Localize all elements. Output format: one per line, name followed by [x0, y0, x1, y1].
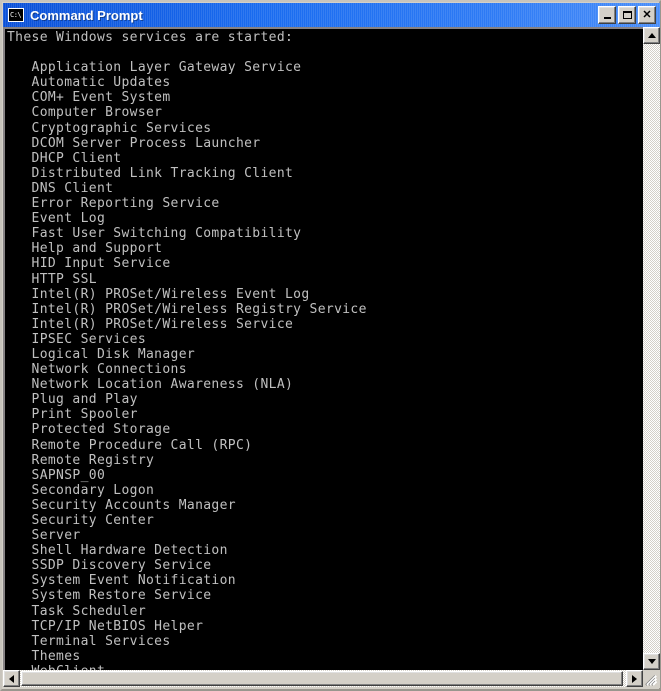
scroll-right-button[interactable] — [626, 670, 643, 687]
minimize-icon — [599, 7, 615, 23]
service-list-item: DNS Client — [7, 180, 114, 196]
service-list-item: Event Log — [7, 211, 106, 227]
service-list-item: HID Input Service — [7, 256, 171, 272]
service-list-item: Intel(R) PROSet/Wireless Event Log — [7, 286, 310, 302]
service-list-item: Terminal Services — [7, 633, 171, 649]
service-list-item: Remote Registry — [7, 452, 155, 468]
scroll-down-button[interactable] — [643, 653, 660, 670]
service-list-item: System Restore Service — [7, 588, 212, 604]
service-list-item: Network Connections — [7, 362, 187, 378]
service-list-item: IPSEC Services — [7, 331, 147, 347]
service-list-item: Error Reporting Service — [7, 196, 220, 212]
horizontal-scroll-thumb[interactable] — [21, 671, 623, 686]
horizontal-scrollbar[interactable] — [3, 670, 643, 687]
service-list-item: Remote Procedure Call (RPC) — [7, 437, 253, 453]
vertical-scrollbar[interactable] — [643, 27, 660, 670]
service-list-item: TCP/IP NetBIOS Helper — [7, 618, 204, 634]
service-list-item: Network Location Awareness (NLA) — [7, 377, 294, 393]
service-list-item: Task Scheduler — [7, 603, 147, 619]
window-controls: ✕ — [598, 6, 656, 24]
service-list-item: DCOM Server Process Launcher — [7, 135, 261, 151]
service-list-item: Security Accounts Manager — [7, 497, 236, 513]
service-list-item: Themes — [7, 648, 81, 664]
service-list-item: Application Layer Gateway Service — [7, 60, 302, 76]
scroll-left-button[interactable] — [3, 670, 20, 687]
service-list-item: Print Spooler — [7, 407, 138, 423]
console-icon[interactable] — [8, 8, 24, 22]
service-list-item: Protected Storage — [7, 422, 171, 438]
scroll-up-button[interactable] — [643, 27, 660, 44]
service-list-item: HTTP SSL — [7, 271, 97, 287]
service-list-item: Shell Hardware Detection — [7, 543, 228, 559]
service-list-item: SAPNSP_00 — [7, 467, 106, 483]
window-title: Command Prompt — [30, 7, 143, 23]
titlebar[interactable]: Command Prompt ✕ — [3, 3, 660, 27]
close-icon: ✕ — [642, 8, 652, 21]
service-list-item: SSDP Discovery Service — [7, 558, 212, 574]
service-list-item: Distributed Link Tracking Client — [7, 165, 294, 181]
console-output-pane[interactable]: These Windows services are started: Appl… — [3, 27, 643, 670]
chevron-down-icon — [647, 659, 656, 664]
service-list-item: System Event Notification — [7, 573, 236, 589]
maximize-icon — [619, 7, 635, 23]
service-list-item: Computer Browser — [7, 105, 163, 121]
service-list-item: Cryptographic Services — [7, 120, 212, 136]
service-list-item: Intel(R) PROSet/Wireless Service — [7, 316, 294, 332]
resize-grip[interactable] — [643, 670, 660, 687]
service-list-item: Intel(R) PROSet/Wireless Registry Servic… — [7, 301, 367, 317]
service-list-item: Security Center — [7, 513, 155, 528]
service-list-item: Secondary Logon — [7, 482, 155, 498]
service-list-item: Fast User Switching Compatibility — [7, 226, 302, 242]
service-list-item: Server — [7, 528, 81, 544]
chevron-right-icon — [632, 674, 637, 683]
console-text: These Windows services are started: Appl… — [7, 30, 643, 670]
console-heading: These Windows services are started: — [7, 30, 294, 45]
service-list-item: Logical Disk Manager — [7, 346, 196, 362]
command-prompt-window: Command Prompt ✕ These Windows services … — [0, 0, 661, 691]
chevron-up-icon — [647, 33, 656, 38]
service-list-item: COM+ Event System — [7, 90, 171, 106]
service-list-item: Plug and Play — [7, 392, 138, 408]
service-list-item: DHCP Client — [7, 150, 122, 166]
window-client-area: These Windows services are started: Appl… — [3, 27, 660, 688]
minimize-button[interactable] — [598, 6, 616, 24]
maximize-button[interactable] — [618, 6, 636, 24]
chevron-left-icon — [9, 674, 14, 683]
service-list-item: Automatic Updates — [7, 75, 171, 91]
close-button[interactable]: ✕ — [638, 6, 656, 24]
service-list-item: Help and Support — [7, 241, 163, 257]
